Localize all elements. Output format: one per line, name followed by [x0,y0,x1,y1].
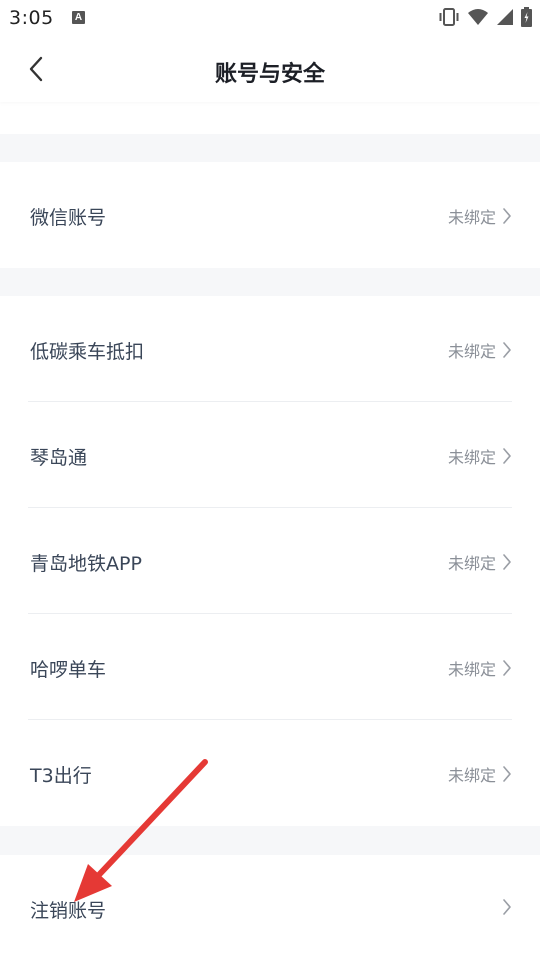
row-right: 未绑定 [448,204,512,228]
binding-row-metro-app[interactable]: 青岛地铁APP 未绑定 [0,509,540,614]
row-label: 注销账号 [30,900,107,922]
divider [28,719,512,720]
status-bar: 3:05 A [0,0,540,36]
binding-row-hello-bike[interactable]: 哈啰单车 未绑定 [0,615,540,720]
divider [28,613,512,614]
cancel-account-row[interactable]: 注销账号 [0,855,540,960]
row-label: T3出行 [30,765,92,787]
wifi-icon [468,9,488,25]
bind-status: 未绑定 [447,342,496,361]
bind-status: 未绑定 [447,554,496,573]
row-label: 哈啰单车 [30,659,107,681]
row-label: 低碳乘车抵扣 [30,341,145,363]
chevron-right-icon [503,766,511,782]
divider [28,507,512,508]
bind-status: 未绑定 [447,660,496,679]
chevron-right-icon [503,554,511,570]
divider [28,401,512,402]
binding-row-qindaotong[interactable]: 琴岛通 未绑定 [0,403,540,508]
section-gap [0,268,540,296]
section-gap [0,134,540,162]
signal-icon [497,9,513,25]
bind-status: 未绑定 [447,766,496,785]
row-label: 青岛地铁APP [30,553,142,575]
row-right: 未绑定 [448,656,512,680]
vibrate-icon [439,8,459,26]
notification-a-icon: A [72,11,85,24]
wechat-account-row[interactable]: 微信账号 未绑定 [0,162,540,268]
row-label: 琴岛通 [30,447,88,469]
section-gap [0,826,540,855]
chevron-right-icon [503,448,511,464]
chevron-right-icon [503,208,511,224]
binding-row-low-carbon[interactable]: 低碳乘车抵扣 未绑定 [0,296,540,402]
row-right: 未绑定 [448,338,512,362]
chevron-right-icon [503,899,511,915]
status-time: 3:05 [9,7,54,29]
row-right [502,898,512,916]
chevron-right-icon [503,660,511,676]
nav-bar: 账号与安全 [0,36,540,102]
status-icons [438,6,532,28]
page-title: 账号与安全 [214,62,325,87]
battery-icon [521,7,532,27]
chevron-right-icon [503,342,511,358]
binding-row-t3[interactable]: T3出行 未绑定 [0,721,540,826]
row-right: 未绑定 [448,762,512,786]
bind-status: 未绑定 [447,448,496,467]
bind-status: 未绑定 [447,208,496,227]
row-label: 微信账号 [30,207,107,229]
row-right: 未绑定 [448,550,512,574]
row-right: 未绑定 [448,444,512,468]
